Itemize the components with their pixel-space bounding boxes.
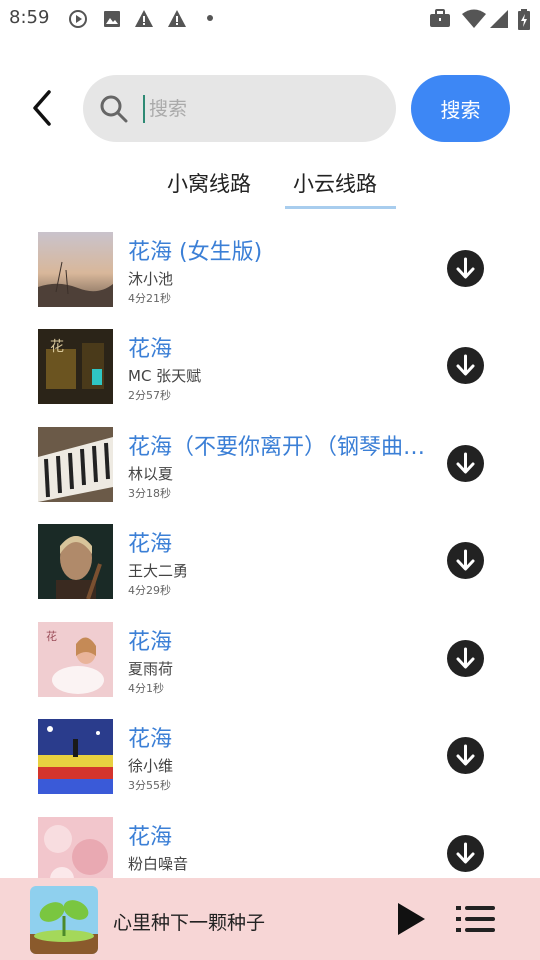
warning-icon xyxy=(135,10,153,27)
search-icon xyxy=(100,95,128,123)
album-cover xyxy=(38,427,113,502)
search-bar[interactable] xyxy=(83,75,396,142)
download-icon[interactable] xyxy=(447,835,484,872)
wifi-icon xyxy=(462,9,486,28)
signal-icon xyxy=(490,10,508,28)
song-title: 花海（不要你离开）（钢琴曲… xyxy=(128,435,426,460)
song-duration: 3分55秒 xyxy=(128,779,171,792)
song-row[interactable]: 花 花海 MC 张天赋 2分57秒 xyxy=(0,319,540,416)
album-cover xyxy=(38,232,113,307)
song-row[interactable]: 花 花海 夏雨荷 4分1秒 xyxy=(0,612,540,709)
song-duration: 4分1秒 xyxy=(128,682,164,695)
song-title: 花海 xyxy=(128,337,173,362)
search-input[interactable] xyxy=(147,91,381,127)
album-cover xyxy=(38,524,113,599)
song-artist: 徐小维 xyxy=(128,757,174,775)
status-bar: 8:59 xyxy=(0,0,540,36)
song-title: 花海 (女生版) xyxy=(128,240,263,265)
song-artist: 沐小池 xyxy=(128,270,174,288)
dot-icon xyxy=(207,15,213,21)
tab-xiaoyun-route[interactable]: 小云线路 xyxy=(293,168,377,198)
mini-player[interactable]: 心里种下一颗种子 xyxy=(0,878,540,960)
now-playing-title: 心里种下一颗种子 xyxy=(113,912,266,934)
album-cover xyxy=(38,719,113,794)
play-circle-icon xyxy=(69,10,87,28)
song-row[interactable]: 花海 (女生版) 沐小池 4分21秒 xyxy=(0,222,540,319)
song-artist: 王大二勇 xyxy=(128,562,189,580)
download-icon[interactable] xyxy=(447,640,484,677)
tab-xiaowo-route[interactable]: 小窝线路 xyxy=(167,168,251,198)
song-artist: 粉白噪音 xyxy=(128,855,189,873)
briefcase-icon xyxy=(430,9,450,27)
album-cover: 花 xyxy=(38,329,113,404)
song-title: 花海 xyxy=(128,630,173,655)
download-icon[interactable] xyxy=(447,737,484,774)
song-artist: 夏雨荷 xyxy=(128,660,174,678)
back-arrow-icon[interactable] xyxy=(28,86,58,130)
song-title: 花海 xyxy=(128,727,173,752)
warning-icon xyxy=(168,10,186,27)
song-row[interactable]: 花海 王大二勇 4分29秒 xyxy=(0,514,540,611)
download-icon[interactable] xyxy=(447,250,484,287)
song-artist: MC 张天赋 xyxy=(128,367,202,385)
status-time: 8:59 xyxy=(9,7,50,28)
svg-text:花: 花 xyxy=(46,630,57,643)
song-row[interactable]: 花海（不要你离开）（钢琴曲… 林以夏 3分18秒 xyxy=(0,417,540,514)
song-duration: 4分21秒 xyxy=(128,292,171,305)
download-icon[interactable] xyxy=(447,347,484,384)
battery-icon xyxy=(518,9,530,30)
song-duration: 2分57秒 xyxy=(128,389,171,402)
playlist-icon[interactable] xyxy=(456,905,496,933)
active-tab-indicator xyxy=(285,206,396,209)
download-icon[interactable] xyxy=(447,542,484,579)
search-button[interactable]: 搜索 xyxy=(411,75,510,142)
song-artist: 林以夏 xyxy=(128,465,174,483)
album-cover: 花 xyxy=(38,622,113,697)
download-icon[interactable] xyxy=(447,445,484,482)
play-icon[interactable] xyxy=(395,901,427,937)
svg-text:花: 花 xyxy=(50,339,64,355)
song-title: 花海 xyxy=(128,532,173,557)
song-duration: 3分18秒 xyxy=(128,487,171,500)
song-duration: 4分29秒 xyxy=(128,584,171,597)
song-row[interactable]: 花海 徐小维 3分55秒 xyxy=(0,709,540,806)
now-playing-cover xyxy=(30,886,98,954)
song-title: 花海 xyxy=(128,825,173,850)
image-icon xyxy=(104,11,120,27)
text-cursor xyxy=(143,95,145,123)
